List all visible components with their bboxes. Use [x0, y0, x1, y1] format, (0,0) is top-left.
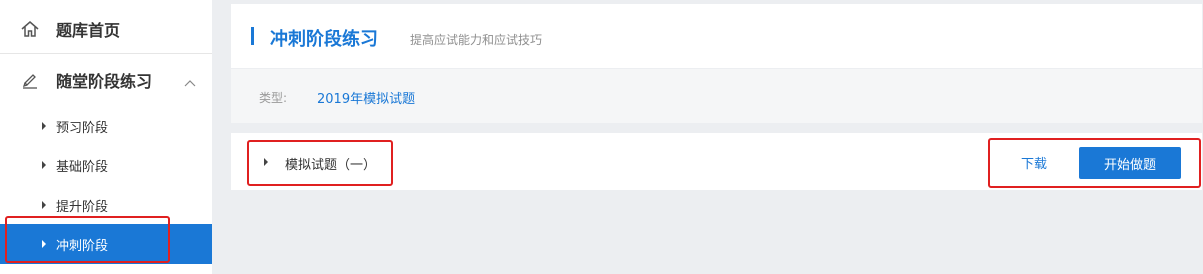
page-header: 冲刺阶段练习 提高应试能力和应试技巧 — [231, 4, 1202, 68]
page-subtitle: 提高应试能力和应试技巧 — [410, 33, 543, 47]
sidebar-item-label: 基础阶段 — [56, 159, 109, 175]
pencil-icon — [20, 70, 40, 90]
sidebar-home-label: 题库首页 — [56, 20, 121, 40]
chevron-up-icon[interactable] — [184, 74, 196, 93]
sidebar-item-preview[interactable]: 预习阶段 — [0, 106, 212, 146]
caret-right-icon — [42, 161, 46, 169]
sidebar-practice[interactable]: 随堂阶段练习 — [0, 55, 212, 105]
caret-right-icon — [42, 201, 46, 209]
type-label: 类型: — [259, 91, 288, 105]
caret-right-icon — [42, 122, 46, 130]
sidebar-practice-label: 随堂阶段练习 — [56, 72, 153, 91]
sidebar-item-label: 提升阶段 — [56, 199, 109, 215]
sidebar-item-basic[interactable]: 基础阶段 — [0, 145, 212, 185]
title-accent-bar — [251, 27, 254, 45]
annotation-box-actions — [988, 138, 1201, 188]
sidebar-item-label: 预习阶段 — [56, 120, 109, 136]
annotation-box-sidebar — [5, 216, 170, 263]
home-icon — [20, 19, 40, 39]
annotation-box-paper — [247, 140, 393, 186]
type-filter-row: 类型: 2019年模拟试题 — [231, 69, 1202, 123]
type-value-link[interactable]: 2019年模拟试题 — [317, 88, 415, 107]
page-title: 冲刺阶段练习 — [270, 29, 378, 50]
sidebar-home[interactable]: 题库首页 — [0, 4, 212, 54]
